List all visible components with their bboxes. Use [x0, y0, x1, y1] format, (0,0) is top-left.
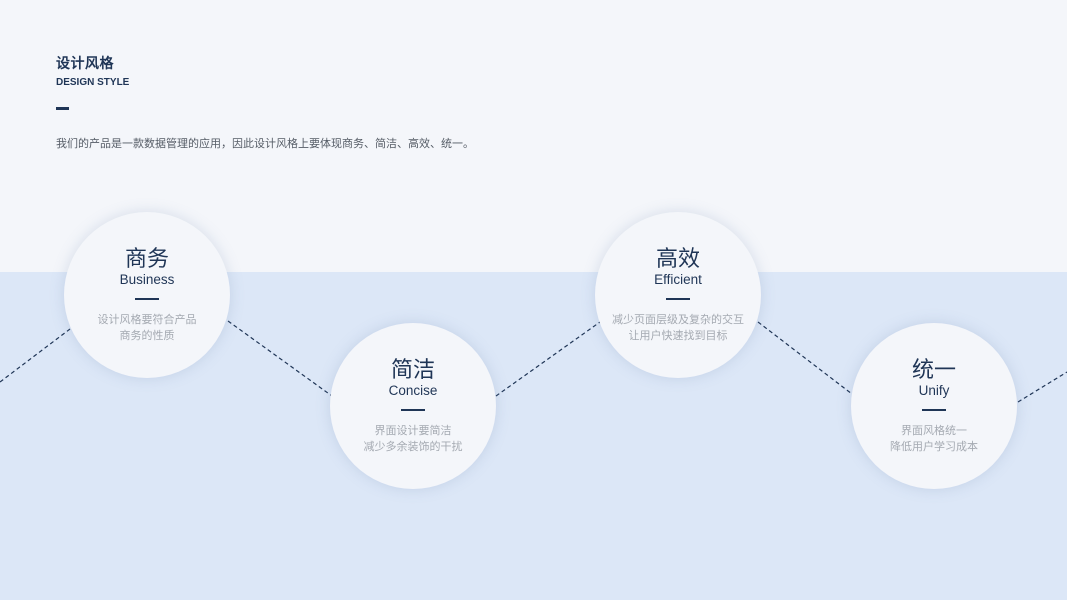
style-desc-line2: 让用户快速找到目标 — [628, 329, 728, 342]
style-title: 简洁 — [390, 358, 435, 383]
style-title: 高效 — [655, 247, 700, 272]
style-divider — [666, 298, 690, 300]
style-title: 统一 — [911, 358, 956, 383]
style-desc-line2: 商务的性质 — [119, 329, 175, 342]
style-title: 商务 — [124, 247, 169, 272]
style-desc-line1: 界面设计要简洁 — [374, 424, 452, 437]
style-subtitle: Unify — [918, 383, 950, 398]
style-subtitle: Efficient — [654, 272, 702, 287]
style-desc-line1: 设计风格要符合产品 — [97, 313, 197, 326]
style-card-business: 商务 Business 设计风格要符合产品 商务的性质 — [64, 212, 230, 378]
style-desc-line1: 界面风格统一 — [901, 424, 967, 437]
style-card-efficient: 高效 Efficient 减少页面层级及复杂的交互 让用户快速找到目标 — [595, 212, 761, 378]
style-divider — [922, 409, 946, 411]
style-card-concise: 简洁 Concise 界面设计要简洁 减少多余装饰的干扰 — [330, 323, 496, 489]
style-desc-line1: 减少页面层级及复杂的交互 — [612, 313, 744, 326]
style-subtitle: Business — [119, 272, 175, 287]
style-desc-line2: 减少多余装饰的干扰 — [363, 440, 463, 453]
style-divider — [401, 409, 425, 411]
style-divider — [135, 298, 159, 300]
style-card-unify: 统一 Unify 界面风格统一 降低用户学习成本 — [851, 323, 1017, 489]
style-desc-line2: 降低用户学习成本 — [890, 440, 978, 453]
style-subtitle: Concise — [388, 383, 438, 398]
